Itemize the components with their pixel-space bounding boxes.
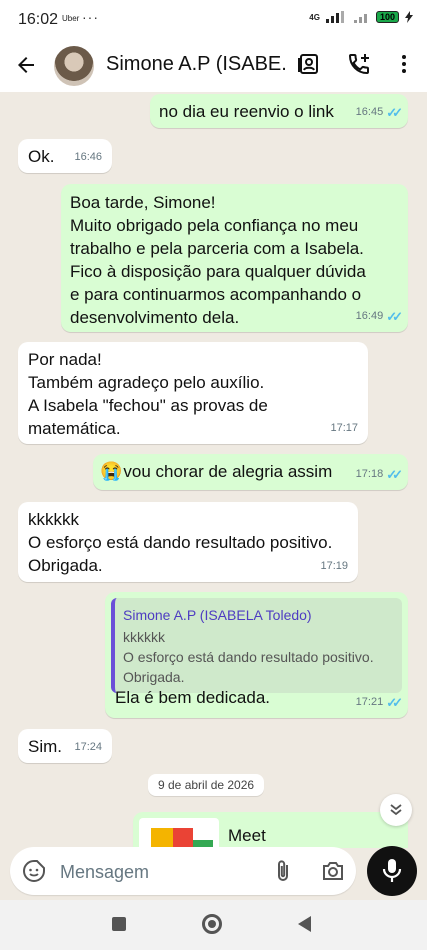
message-time: 16:45 <box>355 106 384 118</box>
read-ticks-icon: ✓✓ <box>386 467 403 482</box>
mic-button[interactable] <box>367 846 417 896</box>
chat-area[interactable]: no dia eu reenvio o link 16:45 ✓✓ Ok. 16:… <box>0 92 427 848</box>
message-time: 17:17 <box>330 422 358 434</box>
quoted-line: O esforço está dando resultado positivo. <box>123 649 374 665</box>
read-ticks-icon: ✓✓ <box>386 309 403 324</box>
message-time: 17:21 <box>355 696 384 708</box>
android-nav-bar <box>0 900 427 950</box>
contact-name[interactable]: Simone A.P (ISABE... <box>106 53 286 76</box>
recents-button[interactable] <box>112 917 126 931</box>
chevron-down-icon <box>390 804 402 816</box>
mic-icon <box>382 859 402 882</box>
status-app-label: Uber <box>62 14 80 23</box>
read-ticks-icon: ✓✓ <box>386 695 403 710</box>
signal-icon <box>325 11 344 23</box>
preview-title: Meet <box>228 826 266 845</box>
add-call-icon[interactable] <box>347 52 373 78</box>
crying-emoji-icon: 😭 <box>100 461 123 481</box>
sticker-icon[interactable] <box>22 859 46 883</box>
message-out[interactable]: no dia eu reenvio o link 16:45 ✓✓ <box>150 94 408 128</box>
message-text: no dia eu reenvio o link <box>159 102 334 121</box>
status-more: ··· <box>82 9 99 25</box>
message-in[interactable]: Ok. 16:46 <box>18 139 112 173</box>
message-time: 17:19 <box>320 560 348 572</box>
network-label: 4G <box>309 12 320 22</box>
quoted-line: Obrigada. <box>123 669 185 685</box>
message-out-reply[interactable]: Simone A.P (ISABELA Toledo) kkkkkk O esf… <box>105 592 408 718</box>
message-time: 17:18 <box>355 468 384 480</box>
meet-logo-icon <box>139 818 219 848</box>
message-text: Boa tarde, Simone! Muito obrigado pela c… <box>70 193 366 327</box>
message-text: Por nada! Também agradeço pelo auxílio. … <box>28 350 268 438</box>
quoted-author: Simone A.P (ISABELA Toledo) <box>123 607 312 623</box>
charging-icon <box>405 11 413 23</box>
message-in[interactable]: Sim. 17:24 <box>18 729 112 763</box>
read-ticks-icon: ✓✓ <box>386 105 403 120</box>
camera-icon[interactable] <box>321 859 345 888</box>
battery-icon: 100 <box>375 11 399 23</box>
message-time: 16:49 <box>355 310 384 322</box>
video-call-icon[interactable] <box>297 52 323 78</box>
attach-icon[interactable] <box>272 859 294 888</box>
link-preview-message[interactable]: Meet <box>133 812 408 848</box>
message-time: 17:24 <box>74 741 102 753</box>
message-out[interactable]: 😭 vou chorar de alegria assim 17:18 ✓✓ <box>93 454 408 490</box>
message-text: 😭 vou chorar de alegria assim <box>100 461 333 481</box>
scroll-down-button[interactable] <box>380 794 412 826</box>
message-text: kkkkkk O esforço está dando resultado po… <box>28 510 333 575</box>
date-chip: 9 de abril de 2026 <box>148 774 265 796</box>
back-nav-button[interactable] <box>298 916 311 932</box>
message-time: 16:46 <box>74 151 102 163</box>
message-text: Ok. <box>28 147 55 166</box>
message-text: Sim. <box>28 737 62 756</box>
quoted-line: kkkkkk <box>123 629 165 645</box>
chat-header: Simone A.P (ISABE... <box>0 40 427 92</box>
signal-icon-2 <box>353 14 367 23</box>
message-in[interactable]: kkkkkk O esforço está dando resultado po… <box>18 502 358 582</box>
message-out[interactable]: Boa tarde, Simone! Muito obrigado pela c… <box>61 184 408 332</box>
contact-avatar[interactable] <box>54 46 94 86</box>
message-text: Ela é bem dedicada. <box>115 688 270 707</box>
message-in[interactable]: Por nada! Também agradeço pelo auxílio. … <box>18 342 368 444</box>
back-arrow-icon[interactable] <box>14 53 38 84</box>
home-button[interactable] <box>202 914 222 934</box>
quoted-message[interactable]: Simone A.P (ISABELA Toledo) kkkkkk O esf… <box>111 598 402 693</box>
message-composer <box>10 847 356 895</box>
status-time: 16:02 <box>18 11 59 28</box>
more-options-icon[interactable] <box>392 52 418 78</box>
status-bar: 16:02 Uber ··· 4G 100 <box>0 0 427 40</box>
message-input[interactable] <box>58 856 252 888</box>
